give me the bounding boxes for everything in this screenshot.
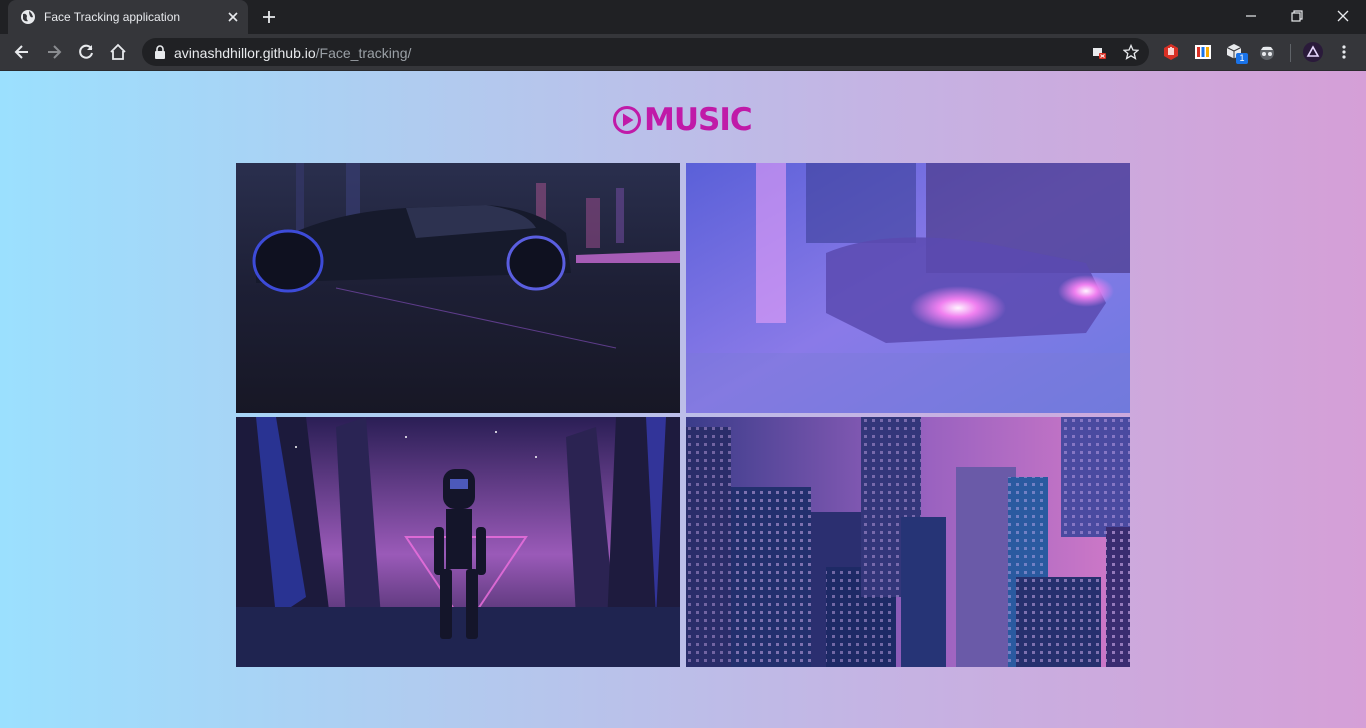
url-path: /Face_tracking/ (315, 45, 412, 61)
globe-icon (21, 10, 35, 24)
minimize-icon[interactable] (1241, 6, 1261, 26)
forward-icon[interactable] (44, 42, 64, 62)
play-circle-icon (613, 106, 641, 134)
music-tile-3[interactable] (236, 417, 680, 667)
home-icon[interactable] (108, 42, 128, 62)
music-logo: MUSIC (612, 102, 753, 138)
browser-tab[interactable]: Face Tracking application (8, 0, 248, 34)
tab-strip: Face Tracking application (0, 0, 1366, 34)
back-icon[interactable] (12, 42, 32, 62)
close-tab-icon[interactable] (226, 10, 240, 24)
browser-toolbar: avinashdhillor.github.io/Face_tracking/ … (0, 34, 1366, 71)
music-tile-1[interactable] (236, 163, 680, 413)
bookmark-star-icon[interactable] (1123, 44, 1139, 60)
neon-car-dark-image (236, 163, 680, 413)
close-window-icon[interactable] (1333, 6, 1353, 26)
extension-badge: 1 (1236, 53, 1248, 64)
profile-avatar-icon[interactable] (1303, 42, 1323, 62)
page-body: MUSIC (0, 71, 1366, 728)
address-bar[interactable]: avinashdhillor.github.io/Face_tracking/ (142, 38, 1149, 66)
camera-blocked-icon[interactable] (1091, 44, 1107, 60)
music-tile-2[interactable] (686, 163, 1130, 413)
toolbar-divider (1290, 44, 1291, 62)
menu-kebab-icon[interactable] (1335, 43, 1353, 61)
adblock-extension-icon[interactable] (1162, 43, 1180, 61)
logo-text: MUSIC (644, 102, 753, 138)
url-text[interactable]: avinashdhillor.github.io/Face_tracking/ (174, 45, 411, 61)
spy-extension-icon[interactable] (1258, 43, 1276, 61)
restore-icon[interactable] (1287, 6, 1307, 26)
reload-icon[interactable] (76, 42, 96, 62)
colorful-grid-extension-icon[interactable] (1194, 43, 1212, 61)
night-city-skyline-image (686, 417, 1130, 667)
music-tile-4[interactable] (686, 417, 1130, 667)
url-host: avinashdhillor.github.io (174, 45, 316, 61)
neon-car-headlights-image (686, 163, 1130, 413)
new-tab-icon[interactable] (260, 8, 278, 26)
tab-title: Face Tracking application (44, 10, 181, 24)
lock-icon[interactable] (154, 45, 166, 59)
robot-neon-canyon-image (236, 417, 680, 667)
